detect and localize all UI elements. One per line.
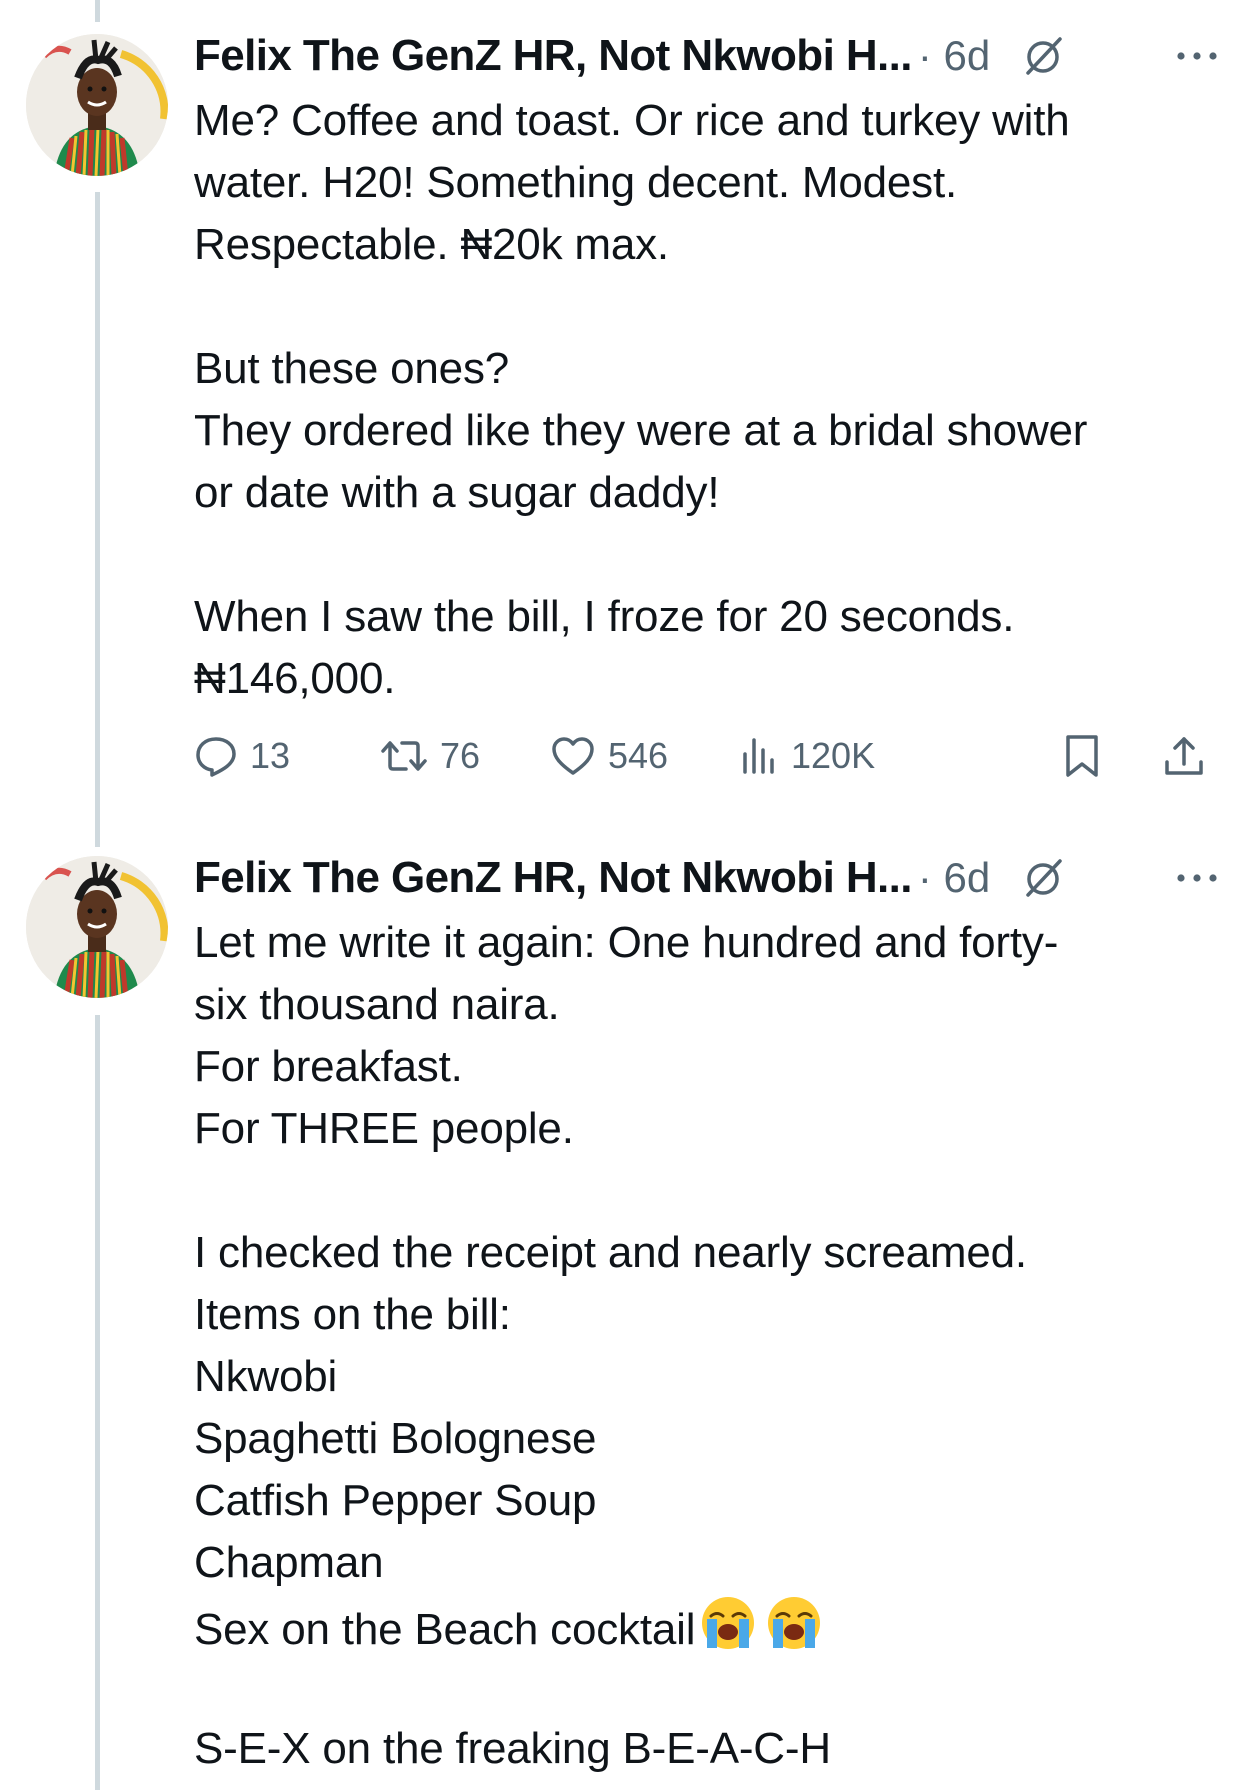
- tweet-line: Nkwobi: [194, 1352, 338, 1401]
- tweet-line-with-emoji: Sex on the Beach cocktail: [194, 1594, 1214, 1656]
- tweet-line: Spaghetti Bolognese: [194, 1414, 597, 1463]
- tweet-line: ₦146,000.: [194, 654, 396, 703]
- avatar[interactable]: [26, 856, 168, 998]
- tweet-header: Felix The GenZ HR, Not Nkwobi H... · 6d: [194, 26, 1220, 86]
- avatar[interactable]: [26, 34, 168, 176]
- grok-slash-circle-icon[interactable]: [1020, 33, 1066, 79]
- tweet-line: S-E-X on the freaking B-E-A-C-H: [194, 1724, 831, 1773]
- bar-chart-icon: [739, 734, 779, 778]
- tweet-line: But these ones?: [194, 344, 510, 393]
- tweet-line: or date with a sugar daddy!: [194, 468, 720, 517]
- speech-bubble-icon: [194, 734, 238, 778]
- reply-button[interactable]: 13: [194, 726, 290, 786]
- tweet[interactable]: Felix The GenZ HR, Not Nkwobi H... · 6d …: [0, 822, 1242, 1790]
- like-count: 546: [608, 735, 669, 776]
- more-dots-icon[interactable]: [1174, 868, 1220, 888]
- like-button[interactable]: 546: [550, 726, 668, 786]
- tweet-line: Items on the bill:: [194, 1290, 511, 1339]
- tweet-actions: 13 76 546 120K: [194, 726, 1224, 786]
- tweet-line: Let me write it again: One hundred and f…: [194, 918, 1059, 967]
- author-name[interactable]: Felix The GenZ HR, Not Nkwobi H...: [194, 31, 912, 81]
- tweet-line: They ordered like they were at a bridal …: [194, 406, 1088, 455]
- tweet-line: For THREE people.: [194, 1104, 574, 1153]
- tweet-text: Me? Coffee and toast. Or rice and turkey…: [194, 90, 1214, 710]
- tweet-line: water. H20! Something decent. Modest.: [194, 158, 958, 207]
- tweet-line: Catfish Pepper Soup: [194, 1476, 597, 1525]
- tweet-line: When I saw the bill, I froze for 20 seco…: [194, 592, 1015, 641]
- tweet-line: I checked the receipt and nearly screame…: [194, 1228, 1027, 1277]
- repost-count: 76: [440, 735, 481, 776]
- views-count: 120K: [791, 735, 876, 776]
- tweet-line: Respectable. ₦20k max.: [194, 220, 669, 269]
- heart-icon: [550, 735, 596, 777]
- tweet[interactable]: Felix The GenZ HR, Not Nkwobi H... · 6d …: [0, 0, 1242, 800]
- tweet-line-text: Sex on the Beach cocktail: [194, 1605, 696, 1654]
- tweet-line: Chapman: [194, 1538, 384, 1587]
- loudly-crying-face-icon: [699, 1594, 757, 1669]
- more-dots-icon[interactable]: [1174, 46, 1220, 66]
- reply-count: 13: [250, 735, 291, 776]
- tweet-text: Let me write it again: One hundred and f…: [194, 912, 1214, 1780]
- repost-arrows-icon: [380, 734, 428, 778]
- grok-slash-circle-icon[interactable]: [1020, 855, 1066, 901]
- tweet-line: six thousand naira.: [194, 980, 560, 1029]
- timestamp[interactable]: · 6d: [918, 854, 990, 902]
- share-button[interactable]: [1162, 726, 1206, 786]
- tweet-thread: Felix The GenZ HR, Not Nkwobi H... · 6d …: [0, 0, 1242, 1790]
- bookmark-icon: [1062, 733, 1102, 779]
- author-name[interactable]: Felix The GenZ HR, Not Nkwobi H...: [194, 853, 912, 903]
- share-upload-icon: [1162, 734, 1206, 778]
- tweet-line: Me? Coffee and toast. Or rice and turkey…: [194, 96, 1070, 145]
- tweet-header: Felix The GenZ HR, Not Nkwobi H... · 6d: [194, 848, 1220, 908]
- bookmark-button[interactable]: [1062, 726, 1102, 786]
- tweet-line: For breakfast.: [194, 1042, 463, 1091]
- repost-button[interactable]: 76: [380, 726, 480, 786]
- loudly-crying-face-icon: [765, 1594, 823, 1669]
- timestamp[interactable]: · 6d: [918, 32, 990, 80]
- views-button[interactable]: 120K: [739, 726, 875, 786]
